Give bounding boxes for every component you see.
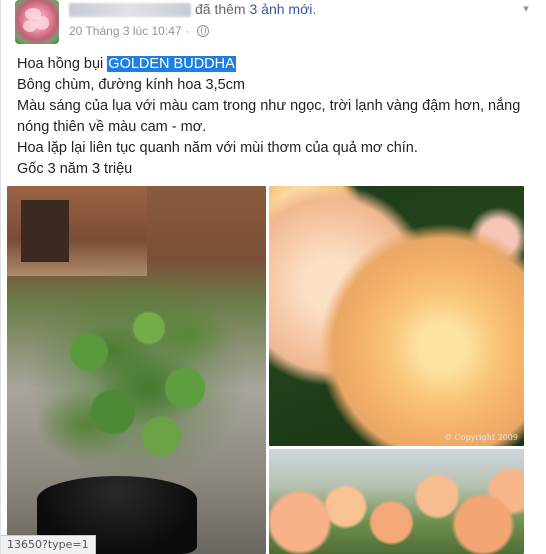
rose-bush-foliage [17, 256, 257, 496]
globe-icon[interactable] [196, 25, 209, 37]
feed-post: đã thêm 3 ảnh mới. ▾ 20 Tháng 3 lúc 10:4… [0, 0, 546, 554]
body-line-4: Hoa lặp lại liên tục quanh năm với mùi t… [17, 140, 418, 156]
highlighted-rose-name: GOLDEN BUDDHA [107, 56, 236, 72]
post-timestamp-row: 20 Tháng 3 lúc 10:47 · [69, 24, 209, 38]
body-line-1: Hoa hồng bụi GOLDEN BUDDHA [17, 54, 537, 75]
body-line-1-prefix: Hoa hồng bụi [17, 56, 108, 72]
status-bar-url: 13650?type=1 [1, 535, 96, 554]
photo-rose-cluster[interactable] [269, 449, 524, 554]
body-line-5: Gốc 3 năm 3 triệu [17, 161, 133, 177]
post-body: Hoa hồng bụi GOLDEN BUDDHA Bông chùm, đư… [17, 54, 537, 180]
photo-copyright: © Copyright 2009 [444, 433, 518, 442]
action-text: đã thêm [195, 1, 246, 17]
photo-rose-bush[interactable] [7, 186, 266, 554]
photo-rose-closeup[interactable]: © Copyright 2009 [269, 186, 524, 446]
body-line-3: Màu sáng của lụa với màu cam trong như n… [17, 98, 521, 135]
chevron-down-icon[interactable]: ▾ [519, 2, 533, 16]
timestamp-separator: · [185, 24, 190, 38]
post-header-action: đã thêm 3 ảnh mới. [195, 1, 316, 17]
profile-avatar[interactable] [15, 0, 59, 44]
author-name-redacted[interactable] [69, 3, 191, 17]
body-line-2: Bông chùm, đường kính hoa 3,5cm [17, 77, 245, 93]
post-timestamp[interactable]: 20 Tháng 3 lúc 10:47 [69, 24, 182, 38]
photo-count-link[interactable]: 3 ảnh mới [249, 1, 312, 17]
action-period: . [312, 1, 317, 17]
